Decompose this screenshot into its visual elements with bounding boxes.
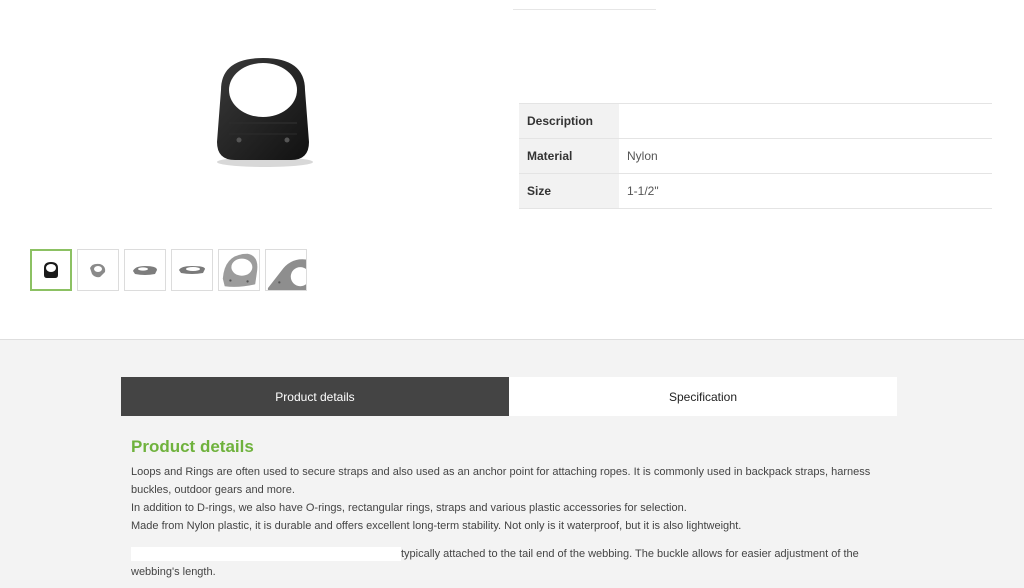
tab-bar: Product details Specification [121,377,897,416]
spec-row-size: Size 1-1/2" [519,173,992,209]
spec-label: Description [519,103,619,139]
top-divider [513,9,656,10]
details-paragraph-1: Loops and Rings are often used to secure… [131,466,871,496]
details-paragraph-3: Made from Nylon plastic, it is durable a… [131,520,742,532]
details-paragraph-2: In addition to D-rings, we also have O-r… [131,502,687,514]
thumbnail-6[interactable] [265,249,307,291]
product-info-section: Product details Specification Product de… [0,339,1024,588]
d-ring-flat-icon [179,266,205,274]
product-details-content: Product details Loops and Rings are ofte… [131,437,891,581]
d-ring-front-icon [44,262,58,278]
tab-product-details[interactable]: Product details [121,377,509,416]
spec-value: 1-1/2" [619,173,992,209]
product-main-image [217,58,313,167]
thumbnail-2[interactable] [77,249,119,291]
thumbnail-3[interactable] [124,249,166,291]
thumbnail-strip [30,249,307,291]
spec-row-description: Description [519,103,992,139]
tab-specification[interactable]: Specification [509,377,897,416]
spec-label: Size [519,173,619,209]
spec-value: Nylon [619,138,992,174]
spec-row-material: Material Nylon [519,138,992,174]
details-paragraph-4: typically attached to the tail end of th… [131,545,891,581]
d-ring-closeup-icon [222,253,258,287]
spec-value [619,103,992,139]
thumbnail-1[interactable] [30,249,72,291]
thumbnail-5[interactable] [218,249,260,291]
hidden-text-placeholder [131,547,401,562]
details-heading: Product details [131,437,254,456]
d-ring-detail-icon [267,259,306,290]
spec-label: Material [519,138,619,174]
thumbnail-4[interactable] [171,249,213,291]
d-ring-angle-icon [90,263,106,278]
spec-table: Description Material Nylon Size 1-1/2" [519,103,992,209]
d-ring-side-icon [133,266,157,275]
